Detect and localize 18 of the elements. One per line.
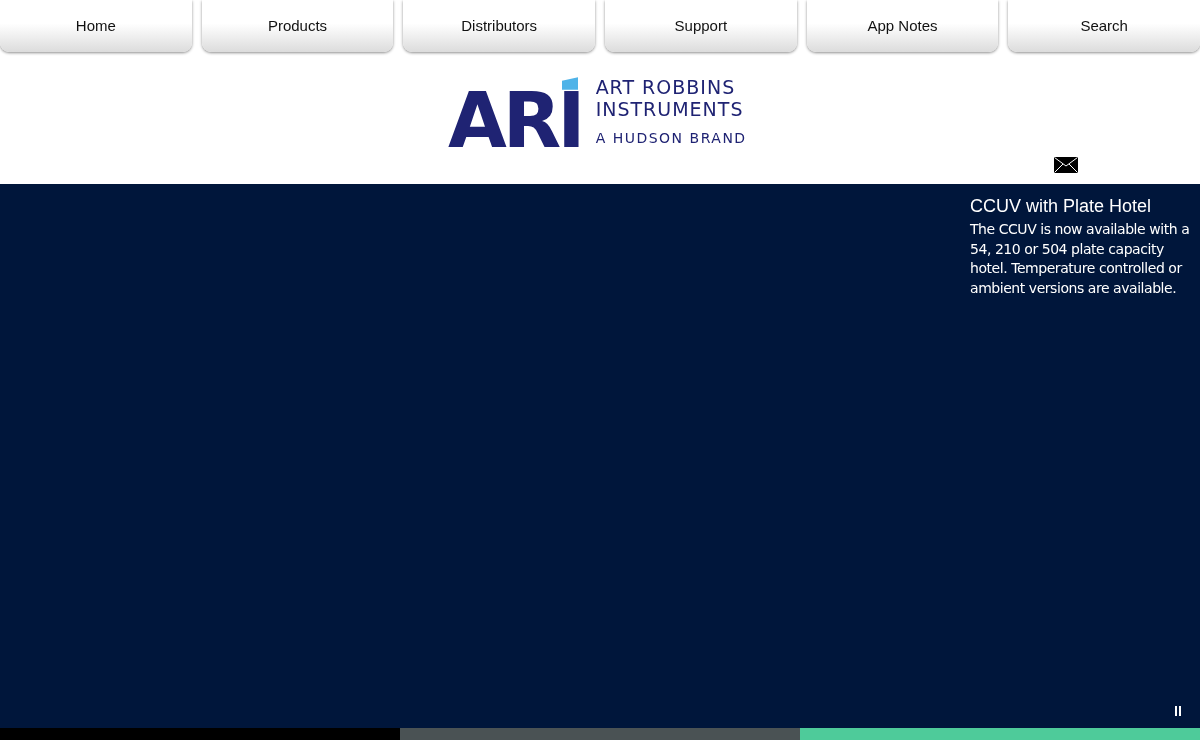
pause-icon[interactable]	[1175, 706, 1181, 716]
slide-indicator[interactable]	[400, 728, 800, 740]
logo-name: ART ROBBINS	[595, 78, 737, 97]
slide-indicator[interactable]	[0, 728, 400, 740]
nav-button[interactable]: Products	[201, 0, 394, 52]
logo-accent-icon	[561, 77, 578, 90]
slide-title: CCUV with Plate Hotel	[970, 196, 1153, 217]
nav-button[interactable]: App Notes	[806, 0, 999, 52]
nav-button[interactable]: Home	[0, 0, 192, 52]
logo-name: INSTRUMENTS	[595, 100, 745, 119]
slide-indicator[interactable]	[800, 728, 1200, 740]
nav-button[interactable]: Distributors	[403, 0, 595, 52]
logo-mark: ARI	[448, 92, 582, 150]
logo-tagline: A HUDSON BRAND	[595, 131, 747, 145]
slide-text: The CCUV is now available with a 54, 210 or 504 plate capacity hotel. Temperature controlled or ambient versions are available.	[970, 220, 1191, 298]
nav-button[interactable]: Search	[1008, 0, 1200, 52]
nav-button[interactable]: Support	[605, 0, 797, 52]
mail-icon[interactable]	[1054, 157, 1078, 173]
